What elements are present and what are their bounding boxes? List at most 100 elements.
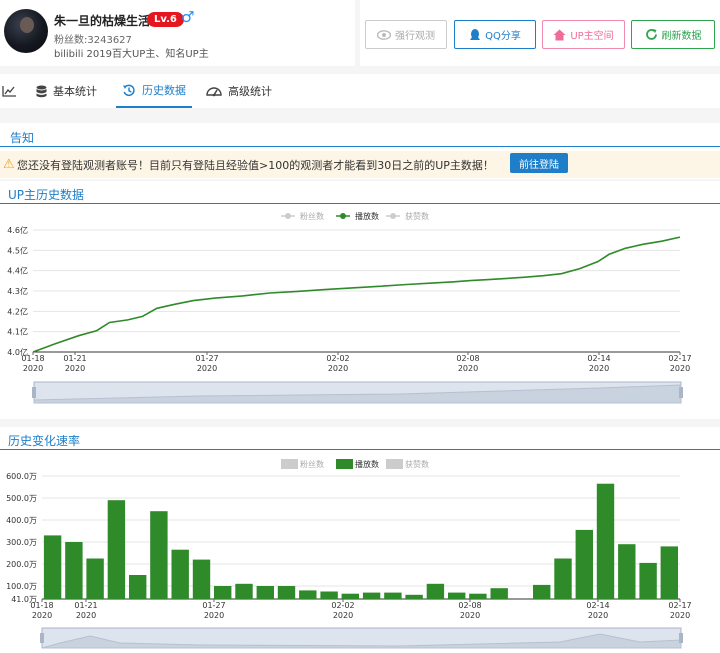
zoom-handle-right [679,633,683,643]
x-tick-label: 02-08 [456,354,479,363]
x-tick-year: 2020 [589,364,609,373]
level-badge: Lv.6 [147,12,184,27]
x-tick-label: 01-21 [63,354,86,363]
x-tick-label: 02-17 [668,601,691,610]
bar-play-count [533,584,551,599]
bar-play-count [129,575,147,599]
bar-play-count [235,583,253,599]
up-name[interactable]: 朱一旦的枯燥生活 [54,12,150,29]
y-tick-label: 400.0万 [6,516,37,525]
avatar[interactable] [4,9,48,53]
tab-advanced[interactable]: 高级统计 [206,74,272,108]
home-icon [553,29,566,40]
bar-play-count [150,511,168,599]
fans-count: 粉丝数:3243627 [54,35,132,46]
y-tick-label: 4.2亿 [7,306,28,316]
legend-swatch [336,459,353,469]
male-icon: ♂ [181,8,195,26]
tab-trend[interactable] [2,74,20,108]
up-space-button[interactable]: UP主空间 [542,20,625,49]
eye-icon [377,29,391,40]
x-tick-label: 02-14 [587,354,610,363]
bar-play-count [618,544,636,599]
legend-label: 播放数 [355,459,379,469]
x-tick-label: 02-14 [586,601,609,610]
legend-label: 播放数 [355,211,379,221]
legend-swatch [281,459,298,469]
refresh-button[interactable]: 刷新数据 [631,20,715,49]
force-observe-button[interactable]: 强行观测 [365,20,447,49]
y-tick-label: 4.1亿 [7,327,28,337]
x-tick-year: 2020 [333,611,353,620]
x-tick-year: 2020 [204,611,224,620]
bar-play-count [43,535,62,599]
bar-play-count [384,592,402,599]
x-tick-label: 02-02 [326,354,349,363]
bar-play-count [171,549,189,599]
bar-play-count [660,546,678,599]
qq-share-button[interactable]: QQ分享 [454,20,536,49]
notice-divider [0,146,720,147]
y-tick-label: 300.0万 [6,538,37,547]
x-tick-year: 2020 [65,364,85,373]
x-tick-year: 2020 [23,364,43,373]
bar-play-count [214,586,232,599]
y-tick-label: 4.5亿 [7,245,28,255]
x-tick-year: 2020 [197,364,217,373]
x-tick-label: 01-27 [195,354,218,363]
bar-play-count [426,583,445,599]
x-tick-label: 01-27 [202,601,225,610]
force-observe-label: 强行观测 [395,31,435,42]
rate-chart-title: 历史变化速率 [8,434,81,448]
legend-swatch [386,459,403,469]
y-tick-label: 500.0万 [6,494,37,503]
x-tick-year: 2020 [328,364,348,373]
notice-message: 您还没有登陆观测者账号！目前只有登陆且经验值>100的观测者才能看到30日之前的… [17,159,494,172]
legend-label: 粉丝数 [300,459,324,469]
zoom-handle-right [679,387,683,398]
tab-basic-label: 基本统计 [53,85,97,98]
zoom-handle-left [32,387,36,398]
zoom-handle-left [40,633,44,643]
bar-play-count [320,591,338,599]
bar-play-count [448,592,466,599]
x-tick-label: 02-17 [668,354,691,363]
legend-marker [340,213,346,219]
x-tick-year: 2020 [588,611,608,620]
trend-chart-icon [2,86,16,97]
tab-history-label: 历史数据 [142,84,186,97]
tab-advanced-label: 高级统计 [228,85,272,98]
tab-basic[interactable]: 基本统计 [36,74,97,108]
x-tick-year: 2020 [670,611,690,620]
bar-play-count [107,500,126,599]
y-tick-label: 100.0万 [6,582,37,591]
x-tick-year: 2020 [460,611,480,620]
bar-play-count [341,593,359,599]
bar-play-count [639,562,657,599]
database-icon [36,85,47,97]
warning-icon: ⚠ [3,157,15,172]
up-space-label: UP主空间 [570,31,614,42]
bar-play-count [299,590,317,599]
legend-label: 获赞数 [405,459,429,469]
bar-play-count [575,529,593,599]
x-tick-label: 02-08 [458,601,481,610]
qq-share-label: QQ分享 [485,31,521,42]
bar-play-count [490,588,508,599]
y-tick-label: 4.4亿 [7,266,28,276]
bar-play-count [192,559,211,599]
legend-marker [285,213,291,219]
gauge-icon [206,87,222,97]
bar-play-count [596,483,615,599]
login-button[interactable]: 前往登陆 [510,153,568,173]
x-tick-year: 2020 [670,364,690,373]
notice-title: 告知 [10,131,35,145]
legend-label: 获赞数 [405,211,429,221]
bar-play-count [65,542,83,599]
bar-play-count [554,558,572,599]
bar-play-count [86,558,104,599]
tab-history[interactable]: 历史数据 [116,74,192,108]
bar-play-count [362,592,381,599]
legend-label: 粉丝数 [300,211,324,221]
x-tick-label: 02-02 [331,601,354,610]
